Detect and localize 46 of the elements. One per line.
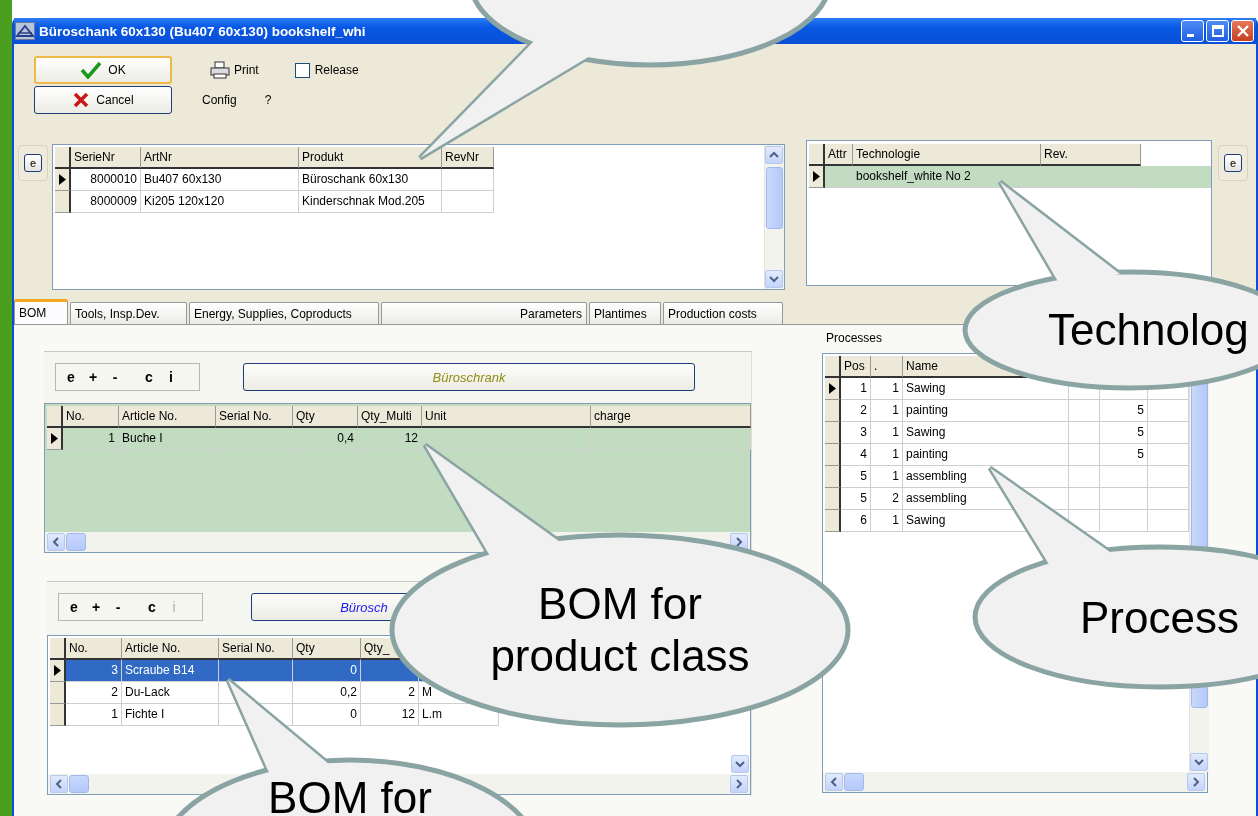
table-cell: 1 <box>871 510 903 532</box>
table-cell: 5 <box>841 466 871 488</box>
table-cell: 8000009 <box>71 191 141 213</box>
table-cell: 1 <box>871 422 903 444</box>
table-cell: 12 <box>358 428 422 450</box>
table-cell: 8000010 <box>71 169 141 191</box>
table-cell: 5 <box>841 488 871 510</box>
callout-text: Technolog <box>1048 304 1250 356</box>
table-cell: Büroschank 60x130 <box>299 169 442 191</box>
table-cell: Buche I <box>119 428 216 450</box>
table-cell: 1 <box>841 378 871 400</box>
table-cell: 5 <box>1100 400 1148 422</box>
table-cell: 1 <box>871 466 903 488</box>
table-cell: 0 <box>293 704 361 726</box>
table-cell: Du-Lack <box>122 682 219 704</box>
table-cell: 12 <box>361 704 419 726</box>
table-cell: 2 <box>841 400 871 422</box>
table-cell: 1 <box>871 400 903 422</box>
table-cell: 4 <box>841 444 871 466</box>
table-cell: 2 <box>66 682 122 704</box>
table-cell: Bu407 60x130 <box>141 169 299 191</box>
table-cell: Kinderschnak Mod.205 <box>299 191 442 213</box>
table-cell: 5 <box>1100 422 1148 444</box>
table-cell: 2 <box>871 488 903 510</box>
table-cell: painting <box>903 444 1069 466</box>
section-label: Processes <box>826 331 884 345</box>
table-cell: 0,4 <box>293 428 358 450</box>
callout-text: Process <box>1080 592 1240 644</box>
table-cell: 6 <box>841 510 871 532</box>
callout-text: BOM for <box>267 772 433 816</box>
table-cell: 1 <box>63 428 119 450</box>
table-cell: 0 <box>293 660 361 682</box>
window-title: Büroschank 60x130 (Bu407 60x130) bookshelf_whi <box>39 23 366 39</box>
table-cell: painting <box>903 400 1069 422</box>
table-cell: 1 <box>871 378 903 400</box>
table-cell: Fichte I <box>122 704 219 726</box>
table-cell: 0,2 <box>293 682 361 704</box>
table-cell: Sawing <box>903 422 1069 444</box>
table-cell: 3 <box>66 660 122 682</box>
table-cell: Scraube B14 <box>122 660 219 682</box>
table-cell: 1 <box>66 704 122 726</box>
table-cell: 5 <box>1100 444 1148 466</box>
table-cell: 2 <box>361 682 419 704</box>
table-cell: 3 <box>841 422 871 444</box>
table-cell: 1 <box>871 444 903 466</box>
table-cell: Ki205 120x120 <box>141 191 299 213</box>
